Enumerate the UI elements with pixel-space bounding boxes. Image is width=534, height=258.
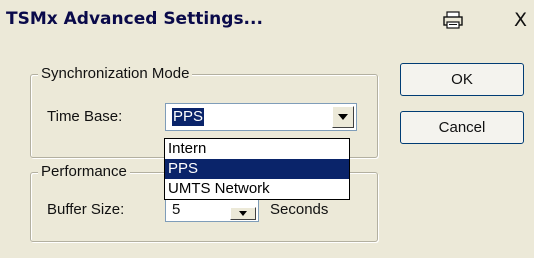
buffer-size-field[interactable]: 5 (165, 198, 259, 222)
option-pps[interactable]: PPS (165, 159, 349, 179)
window-title: TSMx Advanced Settings... (6, 9, 263, 29)
buffer-size-value: 5 (172, 201, 181, 218)
cancel-button[interactable]: Cancel (400, 111, 524, 144)
buffer-size-spin-button[interactable] (230, 207, 256, 220)
chevron-down-icon (338, 114, 348, 120)
ok-button[interactable]: OK (400, 63, 524, 96)
title-bar: TSMx Advanced Settings... X (0, 0, 534, 40)
seconds-unit-label: Seconds (270, 201, 329, 218)
chevron-down-icon (239, 211, 247, 216)
close-icon: X (514, 9, 528, 31)
close-button[interactable]: X (514, 7, 534, 33)
sync-mode-legend: Synchronization Mode (38, 65, 193, 82)
option-intern[interactable]: Intern (165, 139, 349, 159)
print-icon (443, 11, 463, 29)
time-base-value: PPS (172, 108, 205, 126)
dropdown-arrow-button[interactable] (332, 106, 354, 128)
option-umts-network[interactable]: UMTS Network (165, 179, 349, 199)
print-button[interactable] (438, 7, 468, 33)
buffer-size-label: Buffer Size: (47, 201, 125, 218)
performance-legend: Performance (38, 163, 130, 180)
time-base-options-list[interactable]: Intern PPS UMTS Network (164, 138, 350, 200)
time-base-label: Time Base: (47, 108, 123, 125)
time-base-select[interactable]: PPS (165, 103, 357, 131)
